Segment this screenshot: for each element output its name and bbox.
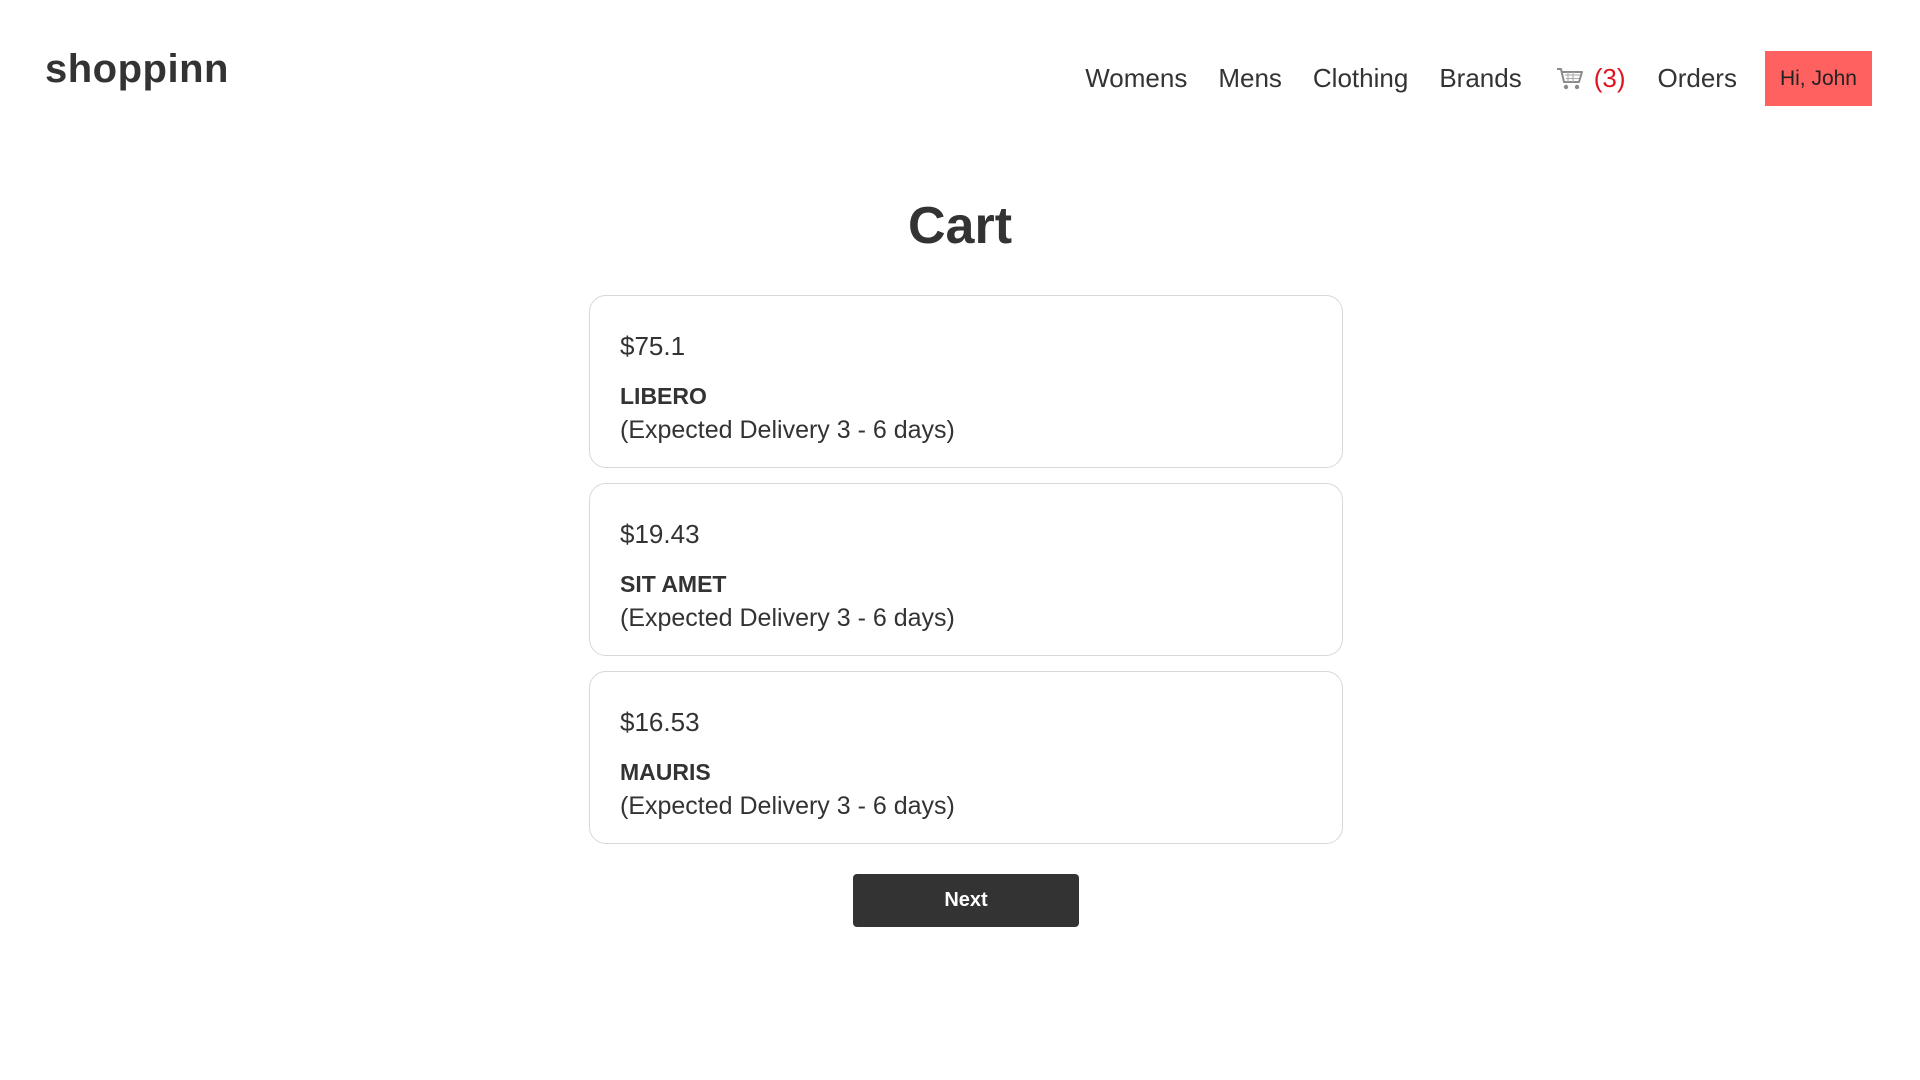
- page-title: Cart: [907, 197, 1013, 255]
- cart-item: $19.43 SIT AMET (Expected Delivery 3 - 6…: [589, 483, 1343, 656]
- nav-link-mens[interactable]: Mens: [1218, 63, 1282, 94]
- item-price: $19.43: [620, 519, 700, 549]
- main-nav: Womens Mens Clothing Brands (3) Orders H…: [1085, 51, 1872, 106]
- nav-link-clothing[interactable]: Clothing: [1313, 63, 1408, 94]
- top-header: shoppinn Womens Mens Clothing Brands (3)…: [0, 0, 1920, 150]
- nav-link-brands[interactable]: Brands: [1439, 63, 1521, 94]
- nav-link-orders[interactable]: Orders: [1657, 63, 1736, 94]
- site-logo[interactable]: shoppinn: [45, 47, 229, 92]
- cart-icon: [1556, 66, 1584, 92]
- item-name: MAURIS: [620, 759, 711, 785]
- nav-link-womens[interactable]: Womens: [1085, 63, 1187, 94]
- item-price: $16.53: [620, 707, 700, 737]
- item-delivery-estimate: (Expected Delivery 3 - 6 days): [620, 416, 955, 444]
- cart-item: $75.1 LIBERO (Expected Delivery 3 - 6 da…: [589, 295, 1343, 468]
- item-price: $75.1: [620, 331, 686, 361]
- cart-count-badge: (3): [1593, 63, 1626, 93]
- cart-link[interactable]: (3): [1556, 63, 1626, 94]
- next-button[interactable]: Next: [853, 874, 1079, 927]
- user-greeting-button[interactable]: Hi, John: [1764, 51, 1872, 106]
- item-delivery-estimate: (Expected Delivery 3 - 6 days): [620, 604, 955, 632]
- item-name: LIBERO: [620, 383, 707, 409]
- cart-list: $75.1 LIBERO (Expected Delivery 3 - 6 da…: [589, 295, 1343, 859]
- cart-item: $16.53 MAURIS (Expected Delivery 3 - 6 d…: [589, 671, 1343, 844]
- item-delivery-estimate: (Expected Delivery 3 - 6 days): [620, 792, 955, 820]
- item-name: SIT AMET: [620, 571, 727, 597]
